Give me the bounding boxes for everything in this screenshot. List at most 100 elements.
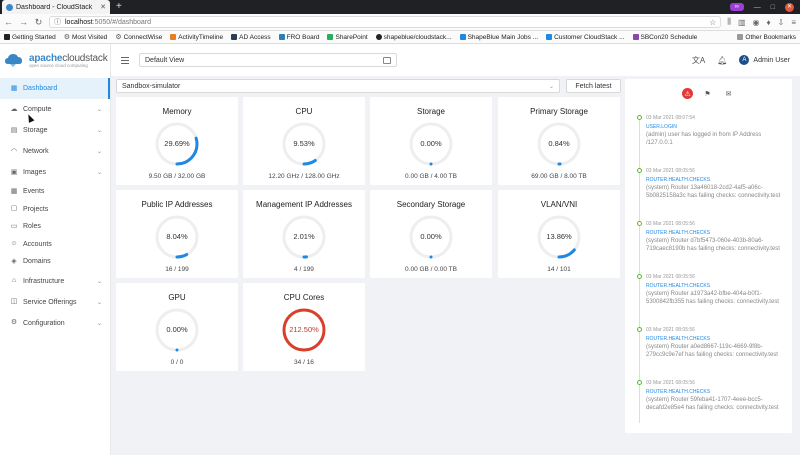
url-bar[interactable]: ⓘ localhost :5050/#/dashboard ☆ <box>49 16 722 28</box>
card-title: Storage <box>416 107 446 116</box>
events-timeline: 03 Mar 2021 08:07:54 USER.LOGIN (admin) us… <box>637 115 787 433</box>
forward-icon[interactable]: → <box>19 17 28 27</box>
event-dot <box>637 274 642 279</box>
reload-icon[interactable]: ↻ <box>34 17 43 28</box>
fetch-latest-button[interactable]: Fetch latest <box>565 79 621 93</box>
sidebar-item-infrastructure[interactable]: ⌂ Infrastructure ⌄ <box>0 271 110 292</box>
card-usage: 12.20 GHz / 128.00 GHz <box>268 173 340 180</box>
bookmark-icon <box>4 34 10 40</box>
card-percent: 8.04% <box>166 232 188 241</box>
event-type: ROUTER.HEALTH.CHECKS <box>646 336 711 342</box>
other-bookmarks[interactable]: Other Bookmarks <box>737 34 796 41</box>
card-percent: 2.01% <box>293 232 315 241</box>
event-item: 03 Mar 2021 08:05:56 ROUTER.HEALTH.CHECKS… <box>637 380 787 433</box>
close-tab-icon[interactable]: ✕ <box>100 3 106 11</box>
browser-tab[interactable]: Dashboard - CloudStack ✕ <box>2 0 110 14</box>
sidebar-item-label: Network <box>23 148 49 155</box>
page-info-icon[interactable]: ⓘ <box>54 17 61 27</box>
card-title: Secondary Storage <box>396 200 466 209</box>
chevron-down-icon: ⌄ <box>96 170 102 176</box>
chevron-down-icon: ⌄ <box>548 83 554 90</box>
capacity-card: Management IP Addresses 2.01% 4 / 199 <box>243 190 365 278</box>
event-type: USER.LOGIN <box>646 124 677 130</box>
sidebar-item-label: Dashboard <box>23 85 58 92</box>
back-icon[interactable]: ← <box>4 17 13 27</box>
minimize-icon[interactable]: — <box>754 4 761 11</box>
setting-icon: ⚙ <box>10 319 18 326</box>
event-dot <box>637 115 642 120</box>
sidebar-item-images[interactable]: ▣ Images ⌄ <box>0 162 110 183</box>
card-usage: 0.00 GB / 0.00 TB <box>405 266 457 273</box>
maximize-icon[interactable]: □ <box>771 4 775 11</box>
sidebar-item-roles[interactable]: ▭ Roles <box>0 218 110 236</box>
extension-icon[interactable]: ♦ <box>767 18 771 27</box>
window-close-icon[interactable]: ✕ <box>785 2 794 12</box>
library-icon[interactable]: ⫼ <box>727 17 731 27</box>
bookmark-item[interactable]: SharePoint <box>327 34 368 41</box>
events-panel: ⚠ ⚑ ✉ 03 Mar 2021 08:07:54 USER.LOGIN (adm… <box>625 79 792 433</box>
url-host: localhost <box>65 18 93 26</box>
private-mask-icon: ∞ <box>729 3 744 11</box>
sidebar-item-dashboard[interactable]: ▦ Dashboard <box>0 78 110 99</box>
bookmark-icon <box>327 34 334 40</box>
sidebar-item-storage[interactable]: ▤ Storage ⌄ <box>0 120 110 141</box>
cloudstack-logo-icon <box>4 51 26 69</box>
alert-filter-icon[interactable]: ⚠ <box>682 88 693 99</box>
user-menu[interactable]: A Admin User <box>739 55 790 65</box>
zone-select[interactable]: Sandbox-simulator ⌄ <box>116 79 560 93</box>
view-selector[interactable]: Default View <box>139 53 397 67</box>
sidebar-icon[interactable]: ▥ <box>738 18 746 27</box>
browser-nav-bar: ← → ↻ ⓘ localhost :5050/#/dashboard ☆ ⫼ … <box>0 14 800 31</box>
shopping-icon: ◫ <box>10 298 18 305</box>
sidebar-item-label: Infrastructure <box>23 277 65 285</box>
flag-icon[interactable]: ⚑ <box>701 88 714 99</box>
event-dot <box>637 380 642 385</box>
extension-icon[interactable]: ◉ <box>753 18 760 27</box>
sidebar-item-domains[interactable]: ◈ Domains <box>0 253 110 271</box>
sidebar-item-events[interactable]: ▦ Events <box>0 183 110 201</box>
event-date: 03 Mar 2021 08:05:56 <box>646 221 695 227</box>
event-dot <box>637 168 642 173</box>
sidebar-item-projects[interactable]: ▢ Projects <box>0 201 110 219</box>
sidebar-item-compute[interactable]: ☁ Compute ⌄ <box>0 99 110 120</box>
bookmark-item[interactable]: ⚙ ConnectWise <box>115 33 162 42</box>
sidebar-item-label: Images <box>23 169 46 176</box>
sidebar-item-configuration[interactable]: ⚙ Configuration ⌄ <box>0 313 110 334</box>
bookmark-item[interactable]: FRO Board <box>278 34 319 41</box>
capacity-card: VLAN/VNI 13.86% 14 / 101 <box>498 190 620 278</box>
bookmark-icon <box>632 34 639 40</box>
card-usage: 14 / 101 <box>547 266 571 273</box>
sidebar-item-service-offerings[interactable]: ◫ Service Offerings ⌄ <box>0 292 110 313</box>
event-date: 03 Mar 2021 08:05:56 <box>646 168 695 174</box>
bookmark-star-icon[interactable]: ☆ <box>709 18 716 27</box>
brand-tagline: open source cloud computing <box>29 62 88 68</box>
event-date: 03 Mar 2021 08:07:54 <box>646 115 695 121</box>
menu-icon[interactable]: ≡ <box>791 18 796 27</box>
bookmark-item[interactable]: ⚙ Most Visited <box>63 33 108 42</box>
bookmark-item[interactable]: SBCon20 Schedule <box>632 34 697 41</box>
brand-logo[interactable]: apachecloudstack open source cloud compu… <box>0 44 110 76</box>
sidebar-item-label: Accounts <box>23 240 52 248</box>
download-icon[interactable]: ⇩ <box>778 18 785 27</box>
card-percent: 0.00% <box>420 139 442 148</box>
sidebar-item-label: Roles <box>23 223 41 231</box>
mail-icon[interactable]: ✉ <box>722 88 735 99</box>
bell-icon[interactable]: 🔔︎ <box>717 56 727 65</box>
gear-icon: ⚙ <box>63 34 71 41</box>
bookmark-item[interactable]: ActivityTimeline <box>170 34 223 41</box>
card-title: Public IP Addresses <box>141 200 213 209</box>
capacity-card: Primary Storage 0.84% 69.00 GB / 8.00 TB <box>498 97 620 185</box>
event-dot <box>637 221 642 226</box>
menu-fold-icon[interactable] <box>121 56 129 64</box>
card-title: CPU <box>295 107 313 116</box>
bookmark-item[interactable]: Customer CloudStack ... <box>546 34 625 41</box>
bookmark-item[interactable]: shapeblue/cloudstack... <box>375 34 452 41</box>
bank-icon: ⌂ <box>11 277 17 284</box>
bookmark-item[interactable]: AD Access <box>231 34 271 41</box>
translate-icon[interactable]: 文A <box>692 55 705 66</box>
sidebar-item-accounts[interactable]: ☺ Accounts <box>0 236 110 254</box>
bookmark-item[interactable]: Getting Started <box>4 34 56 41</box>
new-tab-icon[interactable]: + <box>116 0 122 14</box>
sidebar-item-network[interactable]: ◠ Network ⌄ <box>0 141 110 162</box>
bookmark-item[interactable]: ShapeBlue Main Jobs ... <box>459 34 538 41</box>
